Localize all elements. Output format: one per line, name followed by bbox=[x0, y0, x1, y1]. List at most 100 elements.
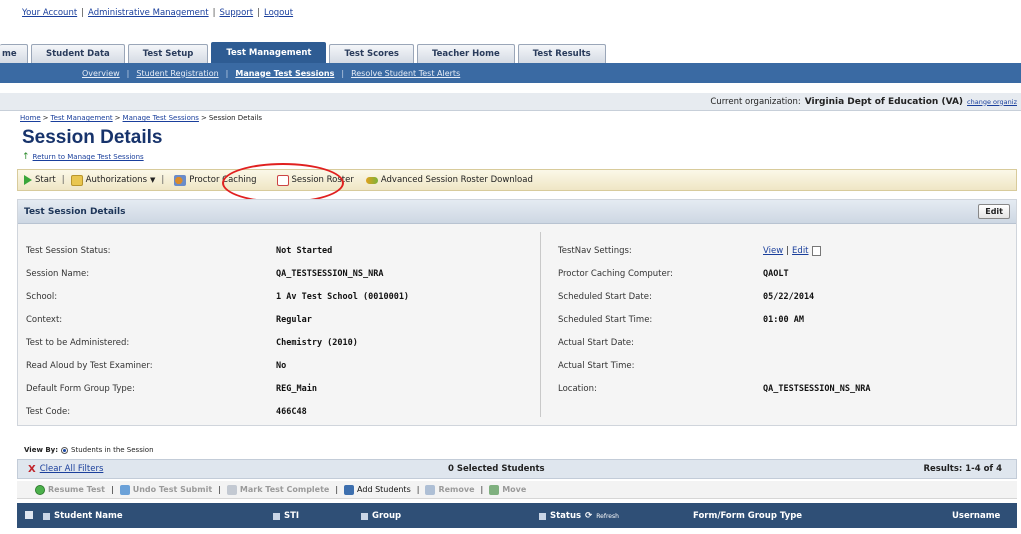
column-divider bbox=[540, 232, 541, 417]
scheduled-start-time-value: 01:00 AM bbox=[763, 315, 804, 325]
tab-student-data[interactable]: Student Data bbox=[31, 44, 125, 63]
scheduled-start-date-value: 05/22/2014 bbox=[763, 292, 815, 302]
proctor-caching-icon bbox=[174, 174, 187, 186]
mark-test-complete-button[interactable]: Mark Test Complete bbox=[226, 484, 329, 495]
form-group-type-label: Default Form Group Type: bbox=[26, 384, 135, 394]
edit-button[interactable]: Edit bbox=[978, 204, 1010, 219]
resume-icon bbox=[35, 484, 45, 495]
mark-complete-icon bbox=[226, 484, 237, 495]
session-name-value: QA_TESTSESSION_NS_NRA bbox=[276, 269, 384, 279]
column-group[interactable]: Group bbox=[361, 511, 401, 521]
breadcrumb-test-management[interactable]: Test Management bbox=[51, 114, 113, 122]
test-code-label: Test Code: bbox=[26, 407, 71, 417]
breadcrumb-manage-test-sessions[interactable]: Manage Test Sessions bbox=[123, 114, 199, 122]
move-icon bbox=[489, 484, 500, 495]
support-link[interactable]: Support bbox=[220, 8, 254, 18]
student-action-bar: Resume Test | Undo Test Submit | Mark Te… bbox=[17, 481, 1017, 499]
tab-teacher-home[interactable]: Teacher Home bbox=[417, 44, 515, 63]
context-value: Regular bbox=[276, 315, 312, 325]
tab-test-management[interactable]: Test Management bbox=[211, 42, 327, 63]
filter-icon bbox=[539, 512, 546, 520]
undo-test-submit-button[interactable]: Undo Test Submit bbox=[119, 484, 212, 495]
folder-icon bbox=[70, 174, 83, 186]
select-all-checkbox[interactable] bbox=[25, 511, 33, 519]
read-aloud-value: No bbox=[276, 361, 287, 371]
test-label: Test to be Administered: bbox=[26, 338, 130, 348]
resume-test-button[interactable]: Resume Test bbox=[35, 484, 105, 495]
subnav-resolve-alerts[interactable]: Resolve Student Test Alerts bbox=[351, 69, 460, 78]
testnav-view-link[interactable]: View bbox=[763, 246, 783, 256]
session-toolbar: Start | Authorizations ▼ | Proctor Cachi… bbox=[17, 169, 1017, 191]
view-by: View By: Students in the Session bbox=[24, 446, 154, 454]
proctor-caching-computer-value: QAOLT bbox=[763, 269, 789, 279]
context-label: Context: bbox=[26, 315, 63, 325]
column-form-group-type[interactable]: Form/Form Group Type bbox=[693, 511, 802, 521]
settings-document-icon bbox=[811, 246, 821, 256]
remove-icon bbox=[425, 484, 436, 495]
tab-test-scores[interactable]: Test Scores bbox=[329, 44, 414, 63]
breadcrumb-home[interactable]: Home bbox=[20, 114, 41, 122]
start-button[interactable]: Start bbox=[24, 175, 56, 185]
view-by-option: Students in the Session bbox=[71, 446, 154, 454]
tab-test-results[interactable]: Test Results bbox=[517, 44, 606, 63]
students-table-header: Student Name STI Group Status ⟳ Refresh … bbox=[17, 503, 1017, 528]
school-value: 1 Av Test School (0010001) bbox=[276, 292, 410, 302]
your-account-link[interactable]: Your Account bbox=[22, 8, 77, 18]
testnav-settings-label: TestNav Settings: bbox=[558, 246, 632, 256]
column-username[interactable]: Username bbox=[952, 511, 1000, 521]
column-status[interactable]: Status ⟳ Refresh bbox=[539, 511, 619, 521]
location-label: Location: bbox=[558, 384, 597, 394]
move-button[interactable]: Move bbox=[489, 484, 526, 495]
org-name: Virginia Dept of Education (VA) bbox=[804, 96, 964, 107]
add-students-button[interactable]: Add Students bbox=[344, 484, 411, 495]
up-arrow-icon: ↑ bbox=[22, 152, 30, 162]
actual-start-time-label: Actual Start Time: bbox=[558, 361, 635, 371]
return-link-row: ↑ Return to Manage Test Sessions bbox=[22, 152, 144, 162]
location-value: QA_TESTSESSION_NS_NRA bbox=[763, 384, 871, 394]
subnav-overview[interactable]: Overview bbox=[82, 69, 120, 78]
logout-link[interactable]: Logout bbox=[264, 8, 293, 18]
panel-title: Test Session Details bbox=[24, 206, 126, 217]
filter-icon bbox=[361, 512, 368, 520]
test-session-details-panel: Test Session Details Edit Test Session S… bbox=[17, 199, 1017, 426]
highlight-annotation bbox=[222, 163, 344, 203]
caret-down-icon: ▼ bbox=[150, 176, 156, 184]
column-student-name[interactable]: Student Name bbox=[43, 511, 123, 521]
subnav-student-registration[interactable]: Student Registration bbox=[136, 69, 218, 78]
tab-test-setup[interactable]: Test Setup bbox=[127, 44, 209, 63]
testnav-edit-link[interactable]: Edit bbox=[792, 246, 808, 256]
filter-bar: X Clear All Filters 0 Selected Students … bbox=[17, 459, 1017, 479]
tab-home[interactable]: me bbox=[0, 44, 28, 63]
return-to-manage-sessions-link[interactable]: Return to Manage Test Sessions bbox=[33, 153, 144, 161]
refresh-label[interactable]: Refresh bbox=[596, 513, 619, 520]
change-organization-link[interactable]: change organiz bbox=[967, 98, 1017, 106]
subnav-manage-test-sessions[interactable]: Manage Test Sessions bbox=[235, 69, 334, 78]
test-code-value: 466C48 bbox=[276, 407, 307, 417]
form-group-type-value: REG_Main bbox=[276, 384, 317, 394]
column-sti[interactable]: STI bbox=[273, 511, 299, 521]
undo-icon bbox=[119, 484, 130, 495]
org-label: Current organization: bbox=[710, 96, 801, 107]
add-students-icon bbox=[344, 484, 355, 495]
school-label: School: bbox=[26, 292, 58, 302]
download-arrow-icon bbox=[365, 176, 378, 184]
clear-filter-icon: X bbox=[28, 463, 36, 475]
advanced-roster-download-button[interactable]: Advanced Session Roster Download bbox=[365, 175, 533, 185]
filter-icon bbox=[273, 512, 280, 520]
refresh-icon[interactable]: ⟳ bbox=[585, 511, 592, 521]
play-icon bbox=[24, 175, 32, 185]
authorizations-menu[interactable]: Authorizations ▼ bbox=[70, 174, 156, 186]
view-by-radio[interactable] bbox=[61, 446, 69, 454]
scheduled-start-time-label: Scheduled Start Time: bbox=[558, 315, 653, 325]
selected-students-count: 0 Selected Students bbox=[448, 464, 545, 474]
administrative-management-link[interactable]: Administrative Management bbox=[88, 8, 209, 18]
remove-button[interactable]: Remove bbox=[425, 484, 475, 495]
actual-start-date-label: Actual Start Date: bbox=[558, 338, 634, 348]
clear-all-filters-link[interactable]: Clear All Filters bbox=[40, 464, 104, 474]
test-value: Chemistry (2010) bbox=[276, 338, 358, 348]
testnav-settings-links: View | Edit bbox=[763, 246, 821, 256]
read-aloud-label: Read Aloud by Test Examiner: bbox=[26, 361, 153, 371]
organization-bar: Current organization: Virginia Dept of E… bbox=[0, 93, 1021, 111]
breadcrumb-current: Session Details bbox=[208, 114, 263, 122]
status-label: Test Session Status: bbox=[26, 246, 111, 256]
